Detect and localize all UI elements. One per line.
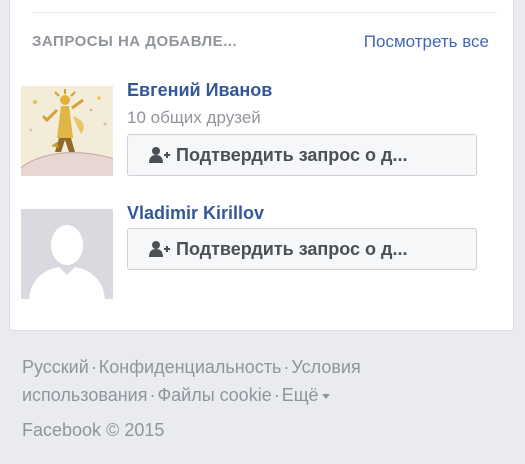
confirm-request-button[interactable]: Подтвердить запрос о д... — [127, 134, 477, 176]
footer-separator: · — [283, 357, 290, 377]
confirm-request-button[interactable]: Подтвердить запрос о д... — [127, 228, 477, 270]
friend-requests-title: ЗАПРОСЫ НА ДОБАВЛЕ... — [32, 33, 238, 50]
avatar[interactable] — [21, 86, 113, 176]
requester-name[interactable]: Евгений Иванов — [127, 80, 272, 101]
footer-link-more[interactable]: Ещё — [282, 385, 330, 405]
avatar[interactable] — [21, 209, 113, 299]
card-divider — [32, 12, 497, 13]
caret-down-icon — [321, 393, 330, 399]
add-friend-icon — [149, 147, 170, 163]
default-avatar-silhouette — [21, 209, 113, 299]
footer-separator: · — [273, 385, 280, 405]
confirm-request-label: Подтвердить запрос о д... — [176, 144, 408, 165]
copyright: Facebook © 2015 — [22, 420, 165, 440]
mutual-friends-count: 10 общих друзей — [127, 108, 261, 127]
footer-link-privacy[interactable]: Конфиденциальность — [99, 357, 282, 377]
add-friend-icon — [149, 241, 170, 257]
footer-link-cookies[interactable]: Файлы cookie — [157, 385, 271, 405]
see-all-link[interactable]: Посмотреть все — [364, 32, 489, 52]
footer-separator: · — [90, 357, 97, 377]
footer-links: Русский · Конфиденциальность · Условия испол… — [22, 353, 502, 409]
footer-link-language[interactable]: Русский — [22, 357, 89, 377]
little-prince-avatar-image — [21, 86, 113, 176]
confirm-request-label: Подтвердить запрос о д... — [176, 238, 408, 259]
requester-name[interactable]: Vladimir Kirillov — [127, 203, 264, 224]
footer-separator: · — [149, 385, 156, 405]
footer-more-label: Ещё — [281, 385, 319, 405]
